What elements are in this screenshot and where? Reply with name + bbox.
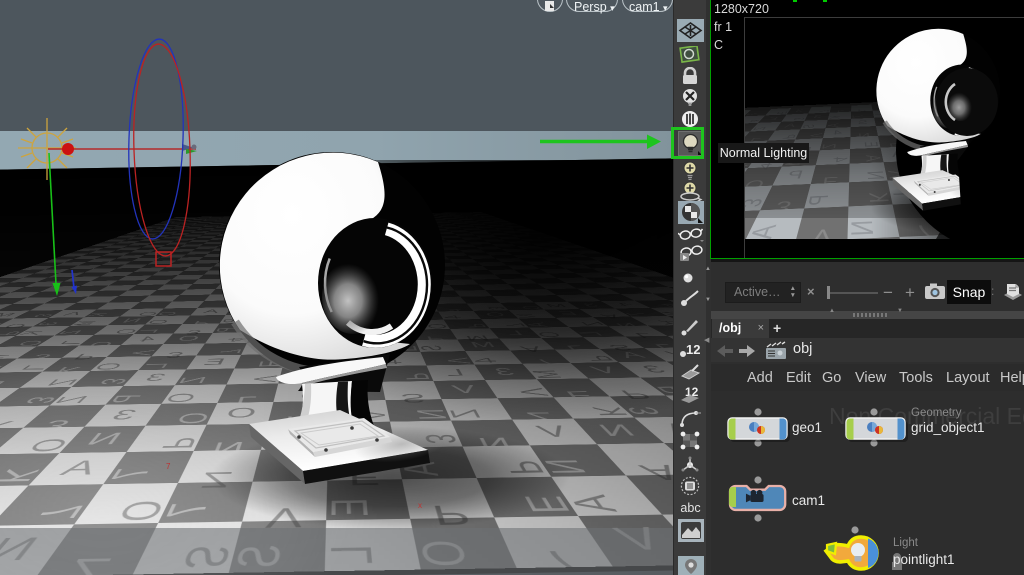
svg-text:7: 7	[166, 462, 171, 471]
svg-text:12: 12	[686, 342, 700, 357]
svg-text:x: x	[418, 501, 422, 510]
